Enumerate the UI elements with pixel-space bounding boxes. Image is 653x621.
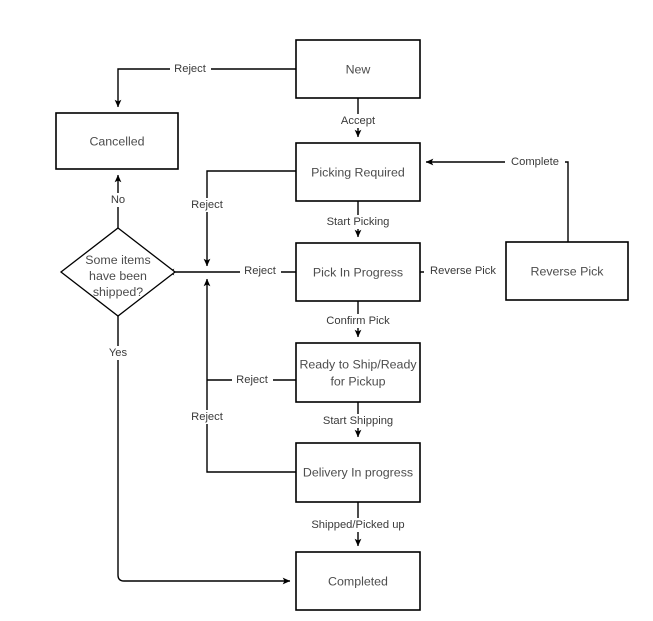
node-pick-in-progress[interactable]: Pick In Progress bbox=[295, 242, 421, 302]
edge-new-reject-cancelled: Reject bbox=[114, 62, 296, 108]
node-label-cancelled: Cancelled bbox=[89, 134, 144, 148]
node-picking-required[interactable]: Picking Required bbox=[295, 142, 421, 202]
edge-pick-confirm-ready: Confirm Pick bbox=[322, 301, 394, 338]
edge-label-start-shipping: Start Shipping bbox=[323, 415, 393, 427]
node-reverse-pick[interactable]: Reverse Pick bbox=[505, 241, 629, 301]
edge-decision-no-cancelled: No bbox=[104, 174, 132, 228]
node-label-reverse-pick: Reverse Pick bbox=[531, 264, 605, 278]
edge-decision-yes-completed: Yes bbox=[104, 316, 291, 585]
node-delivery-in-progress[interactable]: Delivery In progress bbox=[295, 442, 421, 503]
edge-delivery-shipped-completed: Shipped/Picked up bbox=[303, 502, 413, 547]
node-label-new: New bbox=[346, 62, 371, 76]
flowchart-canvas: Reject Accept Reject Start Picking Rejec… bbox=[0, 0, 653, 621]
node-label-shipped-decision-line3: shipped? bbox=[93, 285, 143, 299]
flowchart-svg: Reject Accept Reject Start Picking Rejec… bbox=[55, 39, 629, 611]
edge-label-start-picking: Start Picking bbox=[327, 216, 390, 228]
node-completed[interactable]: Completed bbox=[295, 551, 421, 611]
edge-label-reject-delivery: Reject bbox=[191, 411, 224, 423]
node-label-completed: Completed bbox=[328, 574, 388, 588]
node-shipped-decision[interactable]: Some items have been shipped? bbox=[59, 227, 177, 317]
edge-label-confirm-pick: Confirm Pick bbox=[326, 315, 390, 327]
edge-new-accept-picking: Accept bbox=[334, 98, 382, 138]
edge-label-no: No bbox=[111, 194, 125, 206]
node-new[interactable]: New bbox=[295, 39, 421, 99]
edge-label-yes: Yes bbox=[109, 347, 128, 359]
edge-ready-reject: Reject bbox=[207, 373, 296, 387]
edge-ready-start-shipping: Start Shipping bbox=[317, 402, 399, 438]
edge-label-shipped-picked-up: Shipped/Picked up bbox=[311, 519, 404, 531]
node-label-shipped-decision-line2: have been bbox=[89, 269, 147, 283]
edge-picking-start-picking: Start Picking bbox=[321, 201, 395, 238]
edge-label-complete: Complete bbox=[511, 156, 559, 168]
edge-reverse-complete-picking: Complete bbox=[425, 155, 569, 242]
node-label-delivery-in-progress: Delivery In progress bbox=[303, 465, 413, 479]
node-cancelled[interactable]: Cancelled bbox=[55, 112, 179, 170]
node-label-ready-to-ship-line2: for Pickup bbox=[330, 374, 385, 388]
edge-label-reject-ready: Reject bbox=[236, 374, 269, 386]
edge-pick-reject-decision: Reject bbox=[166, 265, 296, 279]
edge-picking-reject: Reject bbox=[187, 170, 296, 267]
node-ready-to-ship[interactable]: Ready to Ship/Ready for Pickup bbox=[295, 342, 421, 403]
edge-label-reverse-pick: Reverse Pick bbox=[430, 265, 496, 277]
edge-label-accept: Accept bbox=[341, 115, 376, 127]
edge-pick-reverse-pick: Reverse Pick bbox=[420, 265, 501, 279]
node-label-ready-to-ship-line1: Ready to Ship/Ready bbox=[299, 357, 417, 371]
edge-label-reject-picking: Reject bbox=[191, 199, 224, 211]
node-label-picking-required: Picking Required bbox=[311, 165, 405, 179]
edge-label-reject-pick: Reject bbox=[244, 265, 277, 277]
node-label-pick-in-progress: Pick In Progress bbox=[313, 265, 403, 279]
node-label-shipped-decision-line1: Some items bbox=[85, 253, 150, 267]
edge-label-reject-new: Reject bbox=[174, 63, 207, 75]
